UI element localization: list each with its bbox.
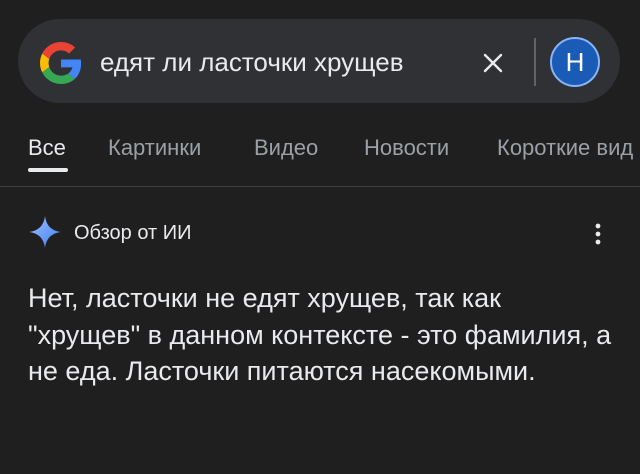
tab-images[interactable]: Картинки	[108, 134, 201, 162]
ai-overview-answer: Нет, ласточки не едят хрущев, так как "х…	[28, 283, 612, 386]
close-icon[interactable]	[474, 44, 512, 82]
search-query[interactable]: едят ли ласточки хрущев	[100, 44, 404, 80]
more-vert-icon[interactable]	[584, 220, 612, 248]
tab-shorts[interactable]: Короткие вид	[497, 134, 633, 162]
search-tabs: Все Картинки Видео Новости Короткие вид	[0, 128, 640, 184]
ai-overview-title: Обзор от ИИ	[74, 222, 192, 244]
search-bar-divider	[534, 38, 536, 86]
sparkle-icon	[29, 216, 61, 248]
google-g-icon[interactable]	[40, 42, 82, 84]
account-avatar[interactable]: Н	[550, 37, 600, 87]
tab-news[interactable]: Новости	[364, 134, 449, 162]
tab-all[interactable]: Все	[28, 134, 66, 162]
tabs-divider	[0, 186, 640, 187]
tab-video[interactable]: Видео	[254, 134, 318, 162]
active-tab-indicator	[28, 168, 68, 172]
search-results-page: едят ли ласточки хрущев Н Все Картинки В…	[0, 0, 640, 474]
